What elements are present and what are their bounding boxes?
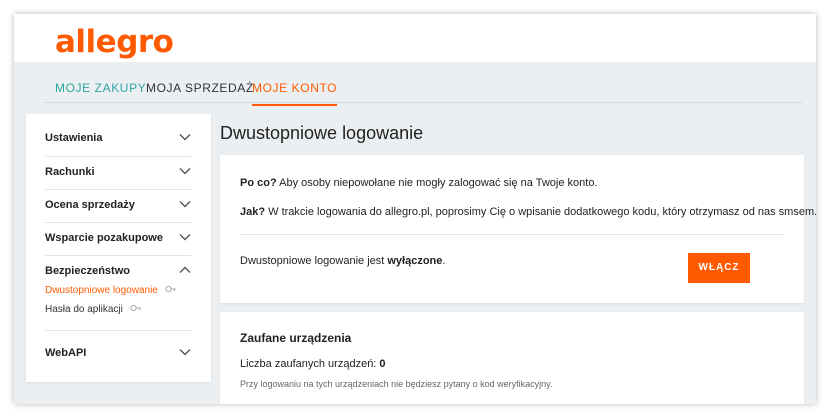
how-text: W trakcie logowania do allegro.pl, popro… xyxy=(265,206,816,218)
app-window: allegro MOJE ZAKUPY MOJA SPRZEDAŻ MOJE K… xyxy=(14,14,816,404)
status-prefix: Dwustopniowe logowanie jest xyxy=(240,255,388,267)
enable-button[interactable]: WŁĄCZ xyxy=(688,253,750,283)
how-paragraph: Jak? W trakcie logowania do allegro.pl, … xyxy=(240,206,816,218)
main-nav: MOJE ZAKUPY MOJA SPRZEDAŻ MOJE KONTO xyxy=(44,62,802,106)
tab-moje-konto[interactable]: MOJE KONTO xyxy=(252,81,338,106)
sidebar-subitem-hasla-do-aplikacji[interactable]: Hasła do aplikacji xyxy=(45,304,142,315)
why-paragraph: Po co? Aby osoby niepowołane nie mogły z… xyxy=(240,177,598,189)
sidebar-item-label: Wsparcie pozakupowe xyxy=(45,232,163,244)
status-value: wyłączone xyxy=(387,255,443,267)
card-divider xyxy=(240,234,784,235)
sidebar-item-ustawienia[interactable]: Ustawienia xyxy=(45,123,191,156)
chevron-up-icon xyxy=(179,265,191,277)
chevron-down-icon xyxy=(179,347,191,359)
sidebar-subitem-label: Dwustopniowe logowanie xyxy=(45,285,158,297)
sidebar: Ustawienia Rachunki Ocena sprzedaży Wspa… xyxy=(26,114,211,382)
sidebar-item-label: WebAPI xyxy=(45,347,87,359)
key-icon xyxy=(130,304,142,315)
sidebar-item-rachunki[interactable]: Rachunki xyxy=(45,157,191,190)
chevron-down-icon xyxy=(179,166,191,178)
count-label: Liczba zaufanych urządzeń: xyxy=(240,358,380,370)
trusted-devices-title: Zaufane urządzenia xyxy=(240,331,352,345)
status-text: Dwustopniowe logowanie jest wyłączone. xyxy=(240,255,445,267)
sidebar-item-label: Bezpieczeństwo xyxy=(45,265,130,277)
sidebar-item-webapi[interactable]: WebAPI xyxy=(45,338,191,371)
site-header: allegro xyxy=(14,14,816,62)
sidebar-item-wsparcie-pozakupowe[interactable]: Wsparcie pozakupowe xyxy=(45,223,191,256)
allegro-logo[interactable]: allegro xyxy=(55,24,174,60)
trusted-devices-count: Liczba zaufanych urządzeń: 0 xyxy=(240,358,386,370)
key-icon xyxy=(165,285,177,296)
two-factor-card: Po co? Aby osoby niepowołane nie mogły z… xyxy=(220,155,816,303)
sidebar-item-label: Ustawienia xyxy=(45,132,103,144)
sidebar-subitem-label: Hasła do aplikacji xyxy=(45,304,123,316)
sidebar-item-label: Ocena sprzedaży xyxy=(45,199,135,211)
page-title: Dwustopniowe logowanie xyxy=(220,123,424,143)
how-label: Jak? xyxy=(240,206,266,218)
trusted-devices-note: Przy logowaniu na tych urządzeniach nie … xyxy=(240,379,553,389)
why-label: Po co? xyxy=(240,177,277,189)
chevron-down-icon xyxy=(179,132,191,144)
tab-moje-zakupy[interactable]: MOJE ZAKUPY xyxy=(55,81,146,104)
count-value: 0 xyxy=(379,358,386,370)
sidebar-item-ocena-sprzedazy[interactable]: Ocena sprzedaży xyxy=(45,190,191,223)
sidebar-item-label: Rachunki xyxy=(45,166,95,178)
status-suffix: . xyxy=(442,255,446,267)
why-text: Aby osoby niepowołane nie mogły zalogowa… xyxy=(276,177,598,189)
tab-moja-sprzedaz[interactable]: MOJA SPRZEDAŻ xyxy=(146,81,254,104)
sidebar-divider xyxy=(45,330,191,331)
chevron-down-icon xyxy=(179,199,191,211)
chevron-down-icon xyxy=(179,232,191,244)
sidebar-subitem-dwustopniowe-logowanie[interactable]: Dwustopniowe logowanie xyxy=(45,285,177,296)
trusted-devices-card: Zaufane urządzenia Liczba zaufanych urzą… xyxy=(220,312,804,404)
